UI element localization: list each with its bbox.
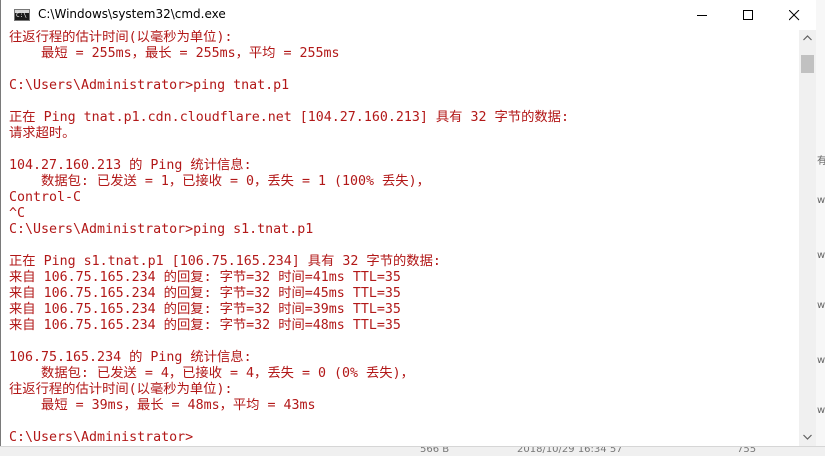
console-line: C:\Users\Administrator> <box>9 430 194 445</box>
console-line: 来自 106.75.165.234 的回复: 字节=32 时间=41ms TTL… <box>9 270 401 285</box>
minimize-icon <box>697 15 707 16</box>
console-line: 往返行程的估计时间(以毫秒为单位): <box>9 30 233 45</box>
console-text: 往返行程的估计时间(以毫秒为单位): 最短 = 255ms，最长 = 255ms… <box>1 30 799 446</box>
background-label: w <box>817 250 825 261</box>
console-line: 数据包: 已发送 = 1，已接收 = 0，丢失 = 1 (100% 丢失)， <box>9 174 430 189</box>
maximize-button[interactable] <box>726 0 772 30</box>
console-line: 来自 106.75.165.234 的回复: 字节=32 时间=45ms TTL… <box>9 286 401 301</box>
background-label: w <box>817 355 825 366</box>
console-line: 数据包: 已发送 = 4，已接收 = 4，丢失 = 0 (0% 丢失)， <box>9 366 414 381</box>
scroll-down-button[interactable] <box>799 429 816 446</box>
console-line: ^C <box>9 206 26 221</box>
vertical-scrollbar[interactable] <box>799 30 816 446</box>
background-window-right-edge: 有 w w w w w <box>815 0 825 455</box>
background-label: 566 B <box>420 446 450 455</box>
console-line: 正在 Ping s1.tnat.p1 [106.75.165.234] 具有 3… <box>9 254 441 269</box>
background-label: 有 <box>817 156 825 167</box>
background-label: w <box>817 405 825 416</box>
console-line: 来自 106.75.165.234 的回复: 字节=32 时间=39ms TTL… <box>9 302 401 317</box>
window-title: C:\Windows\system32\cmd.exe <box>38 7 226 21</box>
scrollbar-thumb[interactable] <box>801 55 814 73</box>
console-line: 请求超时。 <box>9 126 76 141</box>
console-line: 正在 Ping tnat.p1.cdn.cloudflare.net [104.… <box>9 110 569 125</box>
console-line: C:\Users\Administrator>ping tnat.p1 <box>9 78 290 93</box>
console-line: Control-C <box>9 190 82 205</box>
chevron-down-icon <box>803 434 812 440</box>
background-label: w <box>817 195 825 206</box>
console-line: 往返行程的估计时间(以毫秒为单位): <box>9 382 233 397</box>
console-line: C:\Users\Administrator>ping s1.tnat.p1 <box>9 222 314 237</box>
console-line: 来自 106.75.165.234 的回复: 字节=32 时间=48ms TTL… <box>9 318 401 333</box>
console-line: 最短 = 255ms，最长 = 255ms，平均 = 255ms <box>9 46 340 61</box>
background-label: 2018/10/29 16:34 57 <box>517 446 623 455</box>
console-output[interactable]: 往返行程的估计时间(以毫秒为单位): 最短 = 255ms，最长 = 255ms… <box>1 30 799 446</box>
console-line: 106.75.165.234 的 Ping 统计信息: <box>9 350 252 365</box>
maximize-icon <box>743 10 753 20</box>
chevron-up-icon <box>803 35 812 41</box>
console-line: 最短 = 39ms，最长 = 48ms，平均 = 43ms <box>9 398 316 413</box>
console-line: 104.27.160.213 的 Ping 统计信息: <box>9 158 252 173</box>
title-bar[interactable]: C:\Windows\system32\cmd.exe <box>1 0 816 30</box>
cmd-icon[interactable] <box>14 9 30 21</box>
close-button[interactable] <box>772 0 818 30</box>
background-label: w <box>817 300 825 311</box>
minimize-button[interactable] <box>680 0 726 30</box>
cmd-window: C:\Windows\system32\cmd.exe 往返行程的估计时间(以毫… <box>0 0 816 446</box>
background-label: 755 <box>737 446 757 455</box>
close-icon <box>789 10 800 21</box>
scroll-up-button[interactable] <box>799 30 816 47</box>
